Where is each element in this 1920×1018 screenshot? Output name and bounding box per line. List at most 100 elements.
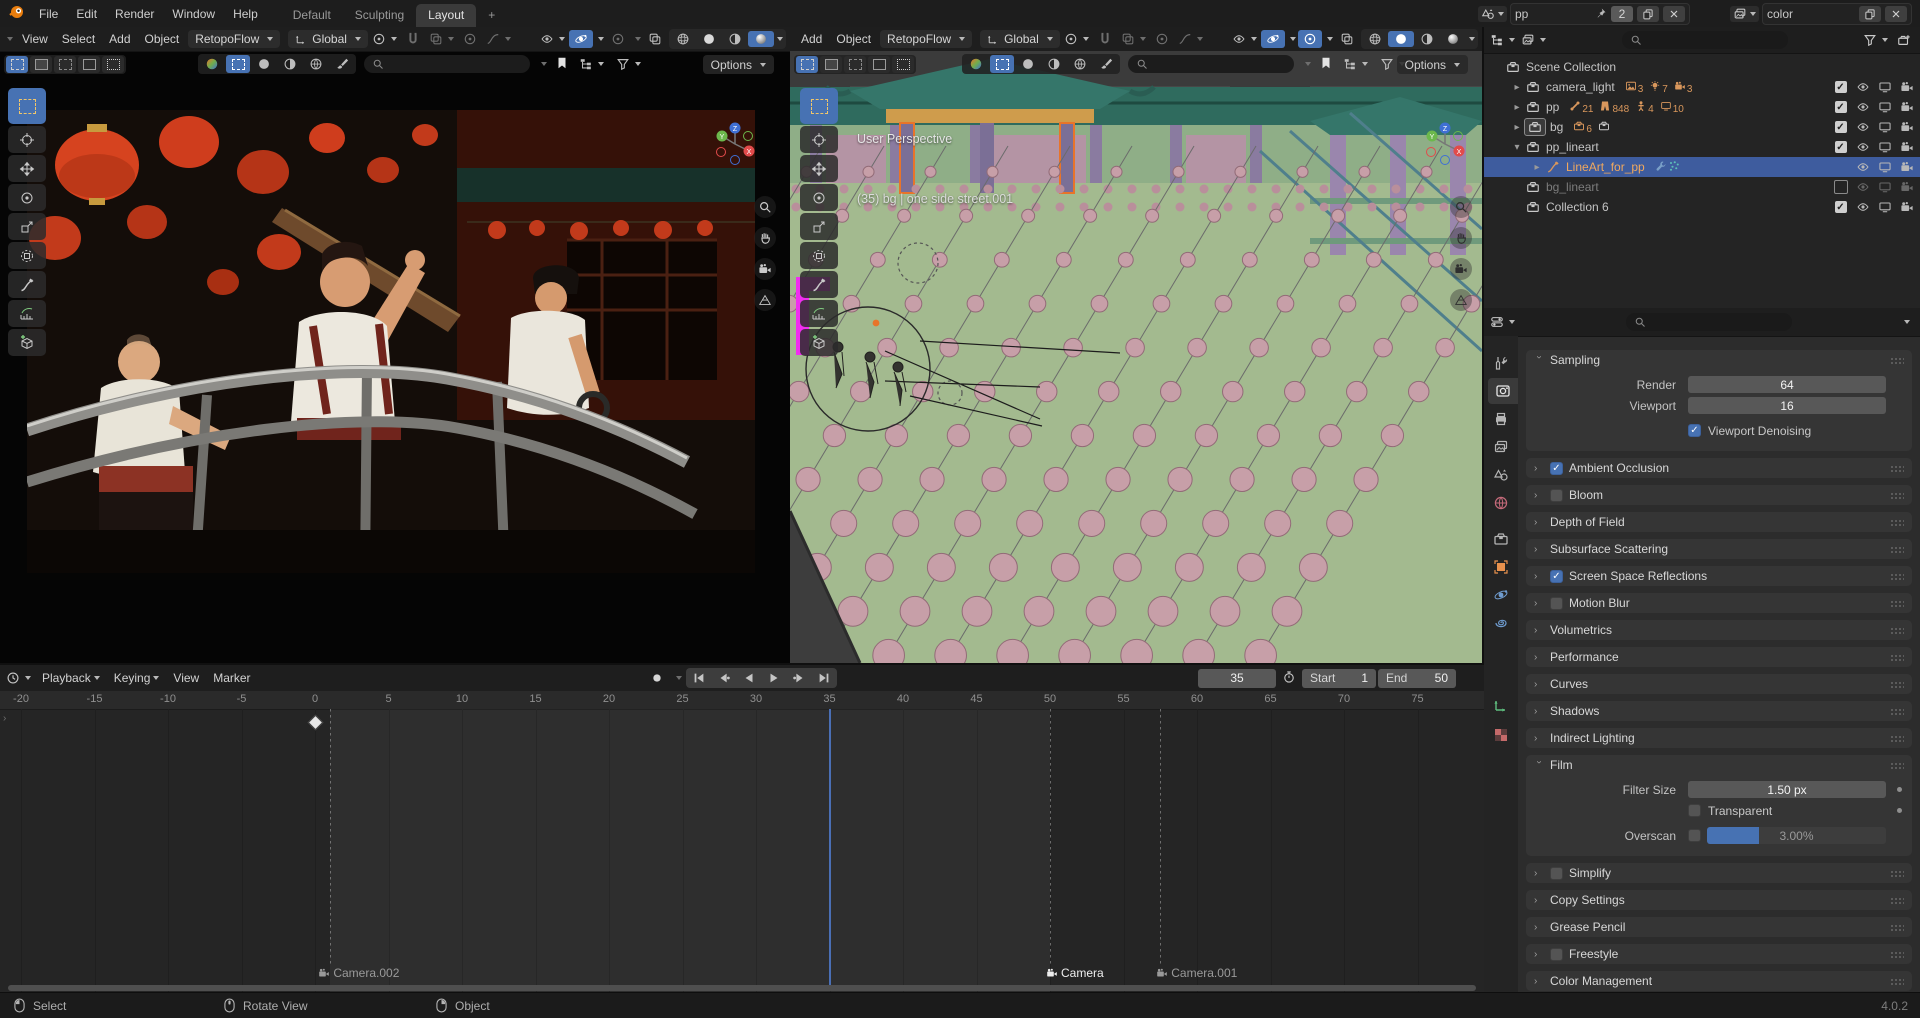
active-tool-dropdown[interactable]: RetopoFlow bbox=[880, 30, 972, 48]
tab-layout[interactable]: Layout bbox=[416, 4, 476, 27]
proportional-editing-toggle[interactable] bbox=[1150, 30, 1174, 48]
select-box-mode-icon[interactable] bbox=[6, 56, 28, 73]
outliner-row[interactable]: ▾pp_lineart✓ bbox=[1484, 137, 1920, 157]
timeline-marker[interactable]: Camera.002 bbox=[318, 966, 399, 980]
rf-brush-icon[interactable] bbox=[1094, 55, 1118, 73]
new-scene-button[interactable] bbox=[1637, 6, 1659, 22]
disable-viewport-monitor-icon[interactable] bbox=[1877, 180, 1892, 195]
transform-tool[interactable] bbox=[8, 242, 46, 269]
property-panel-header[interactable]: › Grease Pencil bbox=[1526, 917, 1912, 937]
snap-settings-dropdown[interactable] bbox=[427, 30, 456, 48]
new-view-layer-button[interactable] bbox=[1859, 6, 1881, 22]
rf-brush-icon[interactable] bbox=[330, 55, 354, 73]
rf-drop-icon[interactable] bbox=[1042, 55, 1066, 73]
rf-select-icon[interactable] bbox=[226, 55, 250, 73]
property-panel-header[interactable]: › Subsurface Scattering bbox=[1526, 539, 1912, 559]
keying-set-chevron-icon[interactable] bbox=[676, 676, 682, 680]
panel-drag-dots-icon[interactable] bbox=[1890, 735, 1904, 742]
outliner-row[interactable]: ▸bg6✓ bbox=[1484, 117, 1920, 137]
zoom-icon[interactable] bbox=[1450, 196, 1472, 218]
overscan-checkbox[interactable] bbox=[1688, 829, 1701, 842]
stopwatch-icon[interactable] bbox=[1282, 670, 1296, 687]
previous-keyframe-button[interactable] bbox=[712, 669, 736, 687]
auto-keying-record-button[interactable] bbox=[645, 669, 669, 687]
panel-drag-dots-icon[interactable] bbox=[1890, 654, 1904, 661]
viewport-menu-item[interactable]: Add bbox=[794, 32, 829, 46]
property-panel-header[interactable]: › Volumetrics bbox=[1526, 620, 1912, 640]
animate-dot-icon[interactable] bbox=[1897, 787, 1902, 792]
outliner-row[interactable]: Scene Collection✓ bbox=[1484, 57, 1920, 77]
pivot-point-dropdown[interactable] bbox=[1062, 30, 1091, 48]
active-tool-dropdown[interactable]: RetopoFlow bbox=[188, 30, 280, 48]
panel-drag-dots-icon[interactable] bbox=[1890, 465, 1904, 472]
panel-drag-dots-icon[interactable] bbox=[1890, 681, 1904, 688]
select-box-mode-icon[interactable] bbox=[796, 56, 818, 73]
scene-name-field[interactable]: pp 2 bbox=[1510, 3, 1690, 25]
bookmark-icon[interactable] bbox=[555, 56, 569, 73]
panel-drag-dots-icon[interactable] bbox=[1890, 546, 1904, 553]
collapse-chevron-icon[interactable] bbox=[1305, 62, 1311, 66]
view-layer-icon[interactable] bbox=[1730, 6, 1759, 22]
panel-drag-dots-icon[interactable] bbox=[1890, 627, 1904, 634]
hide-eye-icon[interactable] bbox=[1855, 120, 1870, 135]
select-intersect-mode-icon[interactable] bbox=[892, 56, 914, 73]
new-collection-button[interactable] bbox=[1892, 31, 1916, 49]
panel-drag-dots-icon[interactable] bbox=[1890, 951, 1904, 958]
tab-object[interactable] bbox=[1484, 554, 1518, 580]
remove-view-layer-button[interactable] bbox=[1885, 6, 1907, 22]
properties-editor-type-dropdown[interactable] bbox=[1488, 313, 1517, 331]
panel-drag-dots-icon[interactable] bbox=[1890, 357, 1904, 364]
overscan-slider[interactable]: 3.00% bbox=[1707, 827, 1886, 844]
disable-viewport-monitor-icon[interactable] bbox=[1877, 120, 1892, 135]
proportional-falloff-dropdown[interactable] bbox=[484, 30, 513, 48]
playhead[interactable]: 35 bbox=[829, 709, 831, 986]
property-panel-header[interactable]: › Freestyle bbox=[1526, 944, 1912, 964]
gizmos-toggle[interactable] bbox=[1261, 30, 1285, 48]
shading-rendered-icon[interactable] bbox=[1440, 31, 1466, 47]
topbar-menu-item[interactable]: Render bbox=[106, 0, 163, 27]
property-panel-header[interactable]: › Screen Space Reflections bbox=[1526, 566, 1912, 586]
options-button-right[interactable]: Options bbox=[1397, 55, 1468, 74]
exclude-checkbox[interactable]: ✓ bbox=[1833, 120, 1848, 135]
disable-viewport-monitor-icon[interactable] bbox=[1877, 160, 1892, 175]
shading-solid-icon[interactable] bbox=[1388, 31, 1414, 47]
property-panel-header[interactable]: › Bloom bbox=[1526, 485, 1912, 505]
zoom-icon[interactable] bbox=[754, 196, 776, 218]
disable-render-camera-icon[interactable] bbox=[1899, 180, 1914, 195]
rf-sphere-icon[interactable] bbox=[252, 55, 276, 73]
blender-logo-icon[interactable] bbox=[8, 4, 24, 23]
viewport-menu-item[interactable]: Select bbox=[55, 32, 102, 46]
property-panel-header[interactable]: › Color Management bbox=[1526, 971, 1912, 991]
property-panel-header[interactable]: › Indirect Lighting bbox=[1526, 728, 1912, 748]
disable-render-camera-icon[interactable] bbox=[1899, 160, 1914, 175]
viewport-menu-item[interactable]: Object bbox=[829, 32, 878, 46]
hide-eye-icon[interactable] bbox=[1855, 200, 1870, 215]
navigation-gizmo[interactable]: Z X Y bbox=[1423, 122, 1467, 166]
viewport-samples-field[interactable]: 16 bbox=[1688, 397, 1886, 414]
tab-constraints[interactable] bbox=[1484, 610, 1518, 636]
outliner-row[interactable]: ▸pp21848410✓ bbox=[1484, 97, 1920, 117]
timeline-tracks[interactable]: › Camera.002CameraCamera.00135 bbox=[0, 709, 1484, 994]
property-panel-header[interactable]: › Copy Settings bbox=[1526, 890, 1912, 910]
outliner-filter-type-dropdown[interactable] bbox=[1519, 31, 1548, 49]
select-invert-mode-icon[interactable] bbox=[78, 56, 100, 73]
move-tool[interactable] bbox=[800, 155, 838, 182]
disable-viewport-monitor-icon[interactable] bbox=[1877, 200, 1892, 215]
panel-checkbox[interactable] bbox=[1550, 489, 1563, 502]
outliner-row[interactable]: bg_lineart✓ bbox=[1484, 177, 1920, 197]
outliner-filter-dropdown[interactable] bbox=[1861, 31, 1890, 49]
tab-default[interactable]: Default bbox=[281, 4, 343, 27]
hierarchy-dropdown[interactable] bbox=[577, 55, 606, 73]
property-panel-header[interactable]: › Simplify bbox=[1526, 863, 1912, 883]
tab-output[interactable] bbox=[1484, 406, 1518, 432]
panel-drag-dots-icon[interactable] bbox=[1890, 519, 1904, 526]
measure-tool[interactable] bbox=[800, 300, 838, 327]
hide-eye-icon[interactable] bbox=[1855, 100, 1870, 115]
options-button-left[interactable]: Options bbox=[703, 55, 774, 74]
visibility-dropdown[interactable] bbox=[1230, 30, 1259, 48]
camera-view-icon[interactable] bbox=[1450, 258, 1472, 280]
bookmark-icon[interactable] bbox=[1319, 56, 1333, 73]
shading-material-icon[interactable] bbox=[722, 31, 748, 47]
disable-render-camera-icon[interactable] bbox=[1899, 120, 1914, 135]
topbar-menu-item[interactable]: Edit bbox=[67, 0, 106, 27]
